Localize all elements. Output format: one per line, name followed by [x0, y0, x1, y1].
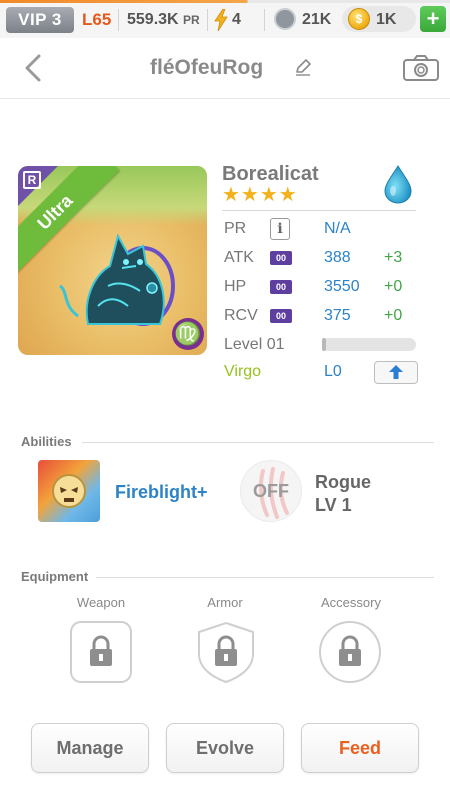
paw-token-icon	[274, 8, 296, 30]
rarity-badge: R	[23, 171, 41, 189]
zodiac-name: Virgo	[224, 363, 262, 380]
player-level: L65	[82, 10, 112, 29]
zodiac-level: L0	[324, 363, 342, 380]
stat-label-atk: ATK	[224, 249, 254, 266]
energy-count: 4	[232, 11, 241, 28]
stat-value-hp: 3550	[324, 278, 360, 295]
stat-label-rcv: RCV	[224, 307, 258, 324]
coin-count: 1K	[376, 11, 397, 28]
armor-slot-label: Armor	[207, 595, 243, 610]
ability-name-fireblight[interactable]: Fireblight+	[115, 481, 208, 503]
page-title: fléOfeuRog	[150, 56, 264, 79]
weapon-slot-label: Weapon	[76, 595, 126, 610]
creature-name: Borealicat	[222, 163, 319, 185]
divider	[82, 442, 434, 443]
stat-bonus-atk: +3	[384, 249, 403, 266]
armor-slot[interactable]	[194, 620, 258, 684]
energy-progress-line	[0, 0, 450, 3]
back-arrow-icon[interactable]	[20, 53, 46, 83]
stat-bonus-hp: +0	[384, 278, 403, 295]
hp-rank-badge: 00	[270, 280, 292, 294]
add-currency-button[interactable]: +	[420, 6, 446, 32]
paw-token-count: 21K	[302, 11, 332, 28]
fireblight-ability-icon[interactable]	[38, 460, 100, 522]
divider	[118, 9, 119, 31]
stat-value-pr: N/A	[324, 220, 351, 237]
power-value: 559.3K	[127, 11, 179, 28]
stat-value-rcv: 375	[324, 307, 351, 324]
ability-name-rogue: Rogue	[315, 472, 371, 492]
rcv-rank-badge: 00	[270, 309, 292, 323]
stat-label-pr: PR	[224, 220, 247, 237]
pencil-icon[interactable]	[294, 58, 312, 76]
equipment-heading: Equipment	[21, 569, 89, 584]
evolve-button[interactable]: Evolve	[166, 723, 284, 773]
abilities-heading: Abilities	[21, 434, 72, 449]
weapon-slot[interactable]	[69, 620, 133, 684]
manage-button[interactable]: Manage	[31, 723, 149, 773]
coin-icon: $	[348, 8, 370, 30]
divider	[96, 577, 434, 578]
feed-button[interactable]: Feed	[301, 723, 419, 773]
water-element-icon	[384, 165, 412, 204]
camera-icon[interactable]	[402, 54, 440, 82]
star-rating: ★★★★	[222, 184, 298, 206]
player-power: 559.3K PR	[127, 8, 200, 32]
vip-badge[interactable]: VIP 3	[6, 7, 74, 33]
divider	[207, 9, 208, 31]
arrow-up-icon	[389, 365, 403, 379]
virgo-zodiac-icon: ♍	[172, 318, 204, 350]
power-unit: PR	[183, 13, 200, 27]
stat-bonus-rcv: +0	[384, 307, 403, 324]
divider	[222, 210, 416, 211]
zodiac-upgrade-button[interactable]	[374, 361, 418, 384]
info-icon[interactable]: i	[270, 218, 290, 240]
creature-level: Level 01	[224, 336, 285, 353]
lightning-icon	[214, 9, 228, 31]
accessory-slot[interactable]	[318, 620, 382, 684]
atk-rank-badge: 00	[270, 251, 292, 265]
divider	[264, 9, 265, 31]
ability-level-rogue: LV 1	[315, 495, 352, 515]
stat-value-atk: 388	[324, 249, 351, 266]
level-progress-fill	[322, 338, 326, 351]
stat-label-hp: HP	[224, 278, 247, 295]
skull-face	[60, 487, 78, 502]
ability-off-label: OFF	[253, 481, 289, 501]
accessory-slot-label: Accessory	[321, 595, 381, 610]
level-progress-bar	[322, 338, 416, 351]
